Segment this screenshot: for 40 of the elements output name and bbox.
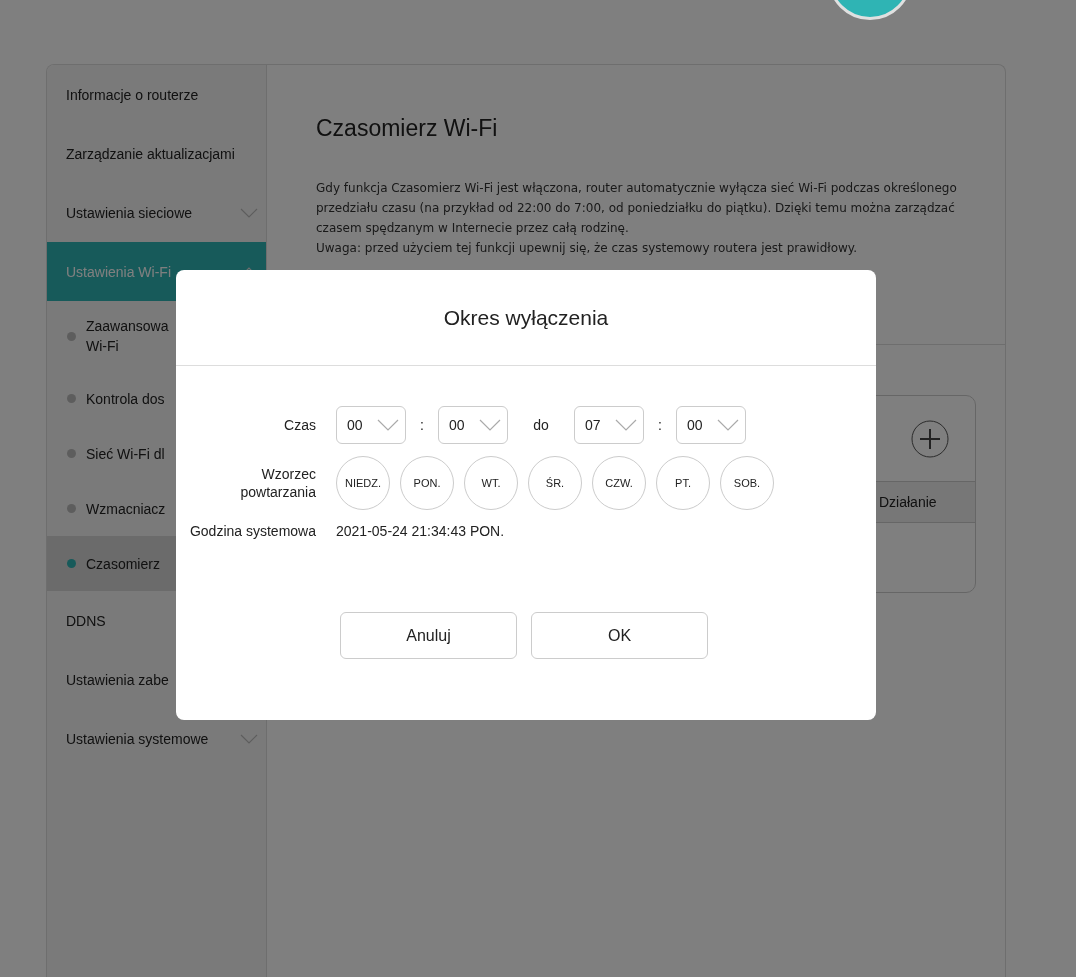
bullet-icon bbox=[67, 394, 76, 403]
ok-button[interactable]: OK bbox=[531, 612, 708, 659]
caret-icon bbox=[377, 419, 399, 431]
time-select[interactable]: 00 bbox=[336, 406, 406, 444]
sidebar-subitem[interactable]: Kontrola dos bbox=[47, 371, 266, 426]
day-toggle[interactable]: SOB. bbox=[720, 456, 774, 510]
day-toggle[interactable]: NIEDZ. bbox=[336, 456, 390, 510]
description-text: Uwaga: przed użyciem tej funkcji upewnij się, że czas systemowy routera jest prawidłowy. bbox=[316, 240, 859, 257]
repeat-label: Wzorzec powtarzania bbox=[239, 465, 316, 501]
system-time-value: 2021-05-24 21:34:43 PON. bbox=[336, 523, 506, 539]
sidebar-item[interactable]: Informacje o routerze bbox=[47, 65, 266, 124]
dialog-title: Okres wyłączenia bbox=[176, 270, 876, 366]
caret-icon bbox=[615, 419, 637, 431]
caret-icon bbox=[479, 419, 501, 431]
day-toggle[interactable]: CZW. bbox=[592, 456, 646, 510]
sidebar-item[interactable]: Ustawienia systemowe bbox=[47, 709, 266, 768]
chevron-icon bbox=[240, 207, 258, 218]
sidebar-item[interactable]: Ustawienia sieciowe bbox=[47, 183, 266, 242]
add-icon[interactable] bbox=[911, 419, 949, 458]
bullet-icon bbox=[67, 559, 76, 568]
day-toggle[interactable]: PON. bbox=[400, 456, 454, 510]
bullet-icon bbox=[67, 331, 76, 341]
cancel-button[interactable]: Anuluj bbox=[340, 612, 517, 659]
caret-icon bbox=[717, 419, 739, 431]
bullet-icon bbox=[67, 449, 76, 458]
day-toggle[interactable]: PT. bbox=[656, 456, 710, 510]
day-toggle[interactable]: ŚR. bbox=[528, 456, 582, 510]
chevron-icon bbox=[240, 733, 258, 744]
description-text: Gdy funkcja Czasomierz Wi-Fi jest włączona, router automatycznie wyłącza sieć Wi-Fi podczas określonego przedziału czasu (na przykład od 22:00 do 7:00, od poniedziałku do piątku). Dzięki temu można zarządzać czasem spędzanym w Internecie przez całą rodzinę. bbox=[316, 180, 958, 237]
page-title: Czasomierz Wi-Fi bbox=[316, 115, 499, 142]
time-select[interactable]: 07 bbox=[574, 406, 644, 444]
sidebar-item[interactable]: Zarządzanie aktualizacjami bbox=[47, 124, 266, 183]
bullet-icon bbox=[67, 504, 76, 513]
time-select[interactable]: 00 bbox=[438, 406, 508, 444]
time-separator: : bbox=[419, 417, 425, 433]
to-label: do bbox=[532, 417, 550, 433]
time-select[interactable]: 00 bbox=[676, 406, 746, 444]
time-label: Czas bbox=[284, 416, 316, 434]
day-toggle[interactable]: WT. bbox=[464, 456, 518, 510]
time-separator: : bbox=[657, 417, 663, 433]
